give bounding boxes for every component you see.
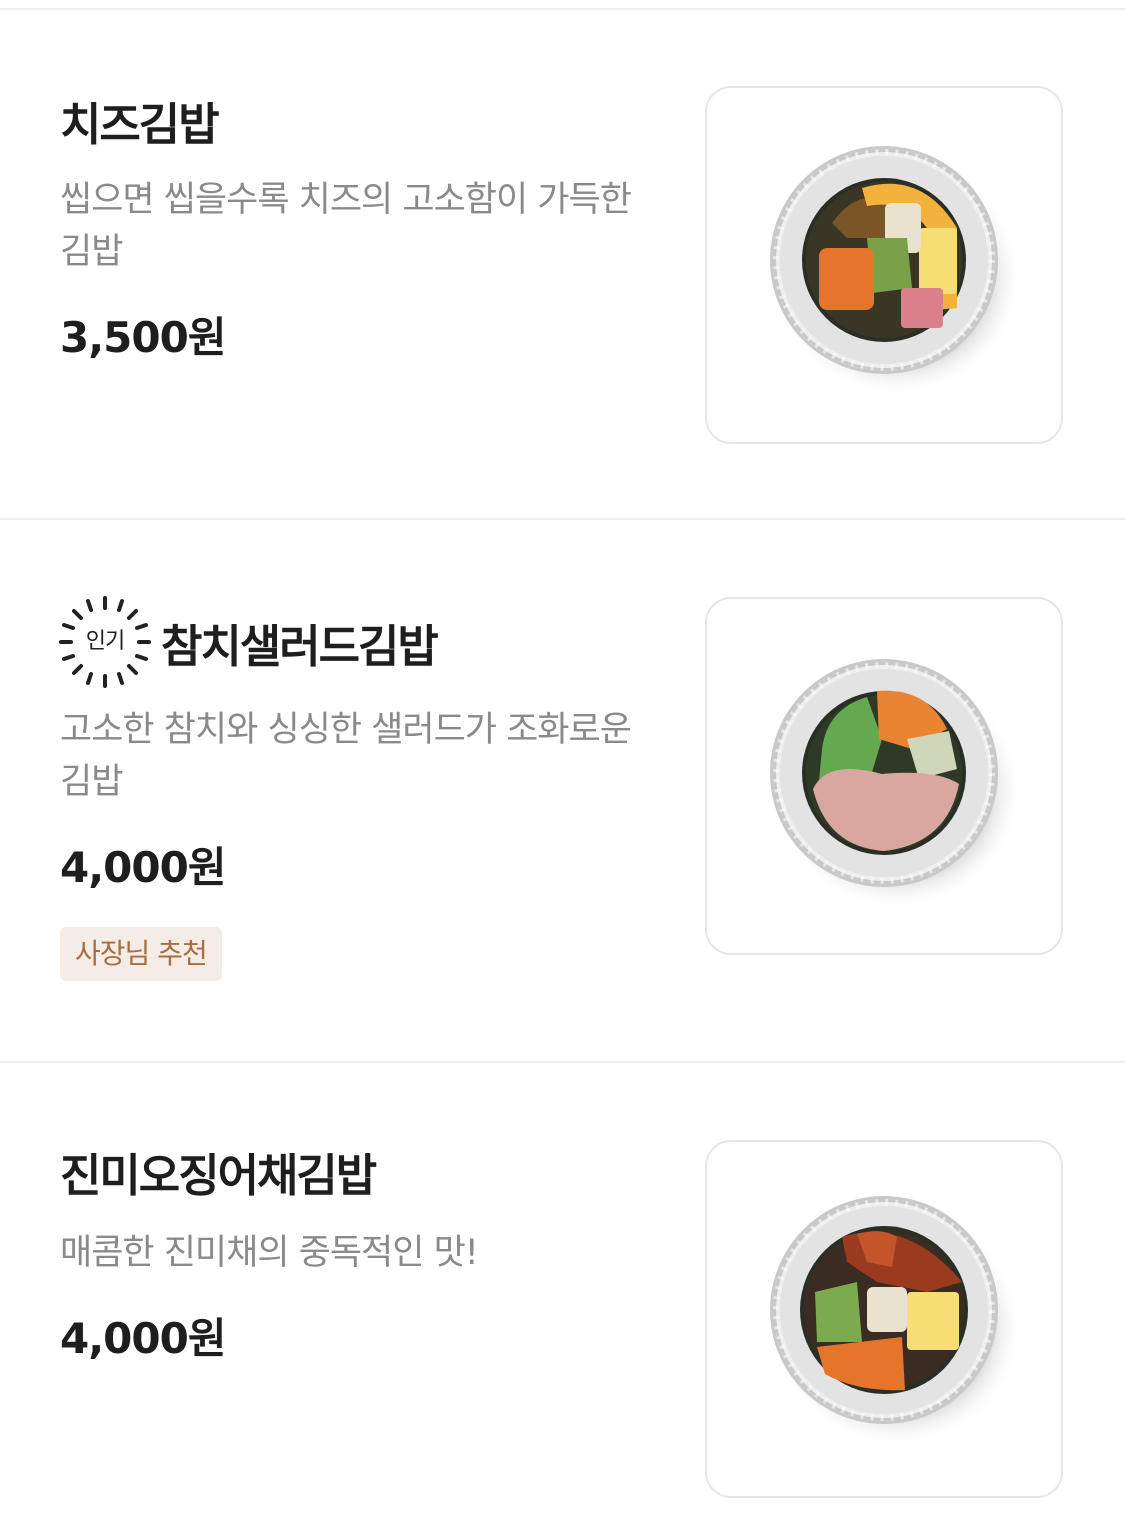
popular-label: 인기 xyxy=(85,629,125,654)
menu-item-text: 진미오징어채김밥 매콤한 진미채의 중독적인 맛! 4,000원 xyxy=(60,1141,675,1366)
top-divider xyxy=(0,0,1125,10)
menu-item-title: 진미오징어채김밥 xyxy=(60,1148,377,1202)
title-row: 인기 참치샐러드김밥 xyxy=(57,594,675,690)
menu-item-description: 매콤한 진미채의 중독적인 맛! xyxy=(60,1233,479,1273)
menu-item-cheese-kimbap[interactable]: 치즈김밥 씹으면 씹을수록 치즈의 고소함이 가득한 김밥 3,500원 xyxy=(0,10,1125,520)
menu-item-text: 인기 참치샐러드김밥 고소한 참치와 싱싱한 샐러드가 조화로운 김밥 4,00… xyxy=(57,594,675,981)
menu-item-title: 참치샐러드김밥 xyxy=(161,619,439,673)
cheese-kimbap-photo-icon xyxy=(770,146,1022,396)
menu-item-dried-squid-kimbap[interactable]: 진미오징어채김밥 매콤한 진미채의 중독적인 맛! 4,000원 xyxy=(0,1063,1125,1538)
recommend-badge: 사장님 추천 xyxy=(60,927,222,981)
title-row: 치즈김밥 xyxy=(60,90,675,151)
menu-item-thumbnail[interactable] xyxy=(705,1140,1063,1498)
dried-squid-kimbap-photo-icon xyxy=(770,1196,1022,1446)
menu-item-thumbnail[interactable] xyxy=(705,597,1063,955)
menu-item-price: 4,000원 xyxy=(60,1314,227,1363)
menu-item-price: 4,000원 xyxy=(60,843,227,892)
menu-item-title: 치즈김밥 xyxy=(60,97,220,151)
menu-item-price: 3,500원 xyxy=(60,313,227,362)
tuna-salad-kimbap-photo-icon xyxy=(770,659,1022,909)
popular-badge: 인기 xyxy=(57,594,153,690)
menu-item-description: 고소한 참치와 싱싱한 샐러드가 조화로운 김밥 xyxy=(60,710,632,802)
menu-item-tuna-salad-kimbap[interactable]: 인기 참치샐러드김밥 고소한 참치와 싱싱한 샐러드가 조화로운 김밥 4,00… xyxy=(0,520,1125,1062)
menu-item-text: 치즈김밥 씹으면 씹을수록 치즈의 고소함이 가득한 김밥 3,500원 xyxy=(60,90,675,365)
menu-item-thumbnail[interactable] xyxy=(705,86,1063,444)
title-row: 진미오징어채김밥 xyxy=(60,1141,675,1202)
menu-item-description: 씹으면 씹을수록 치즈의 고소함이 가득한 김밥 xyxy=(60,180,632,272)
